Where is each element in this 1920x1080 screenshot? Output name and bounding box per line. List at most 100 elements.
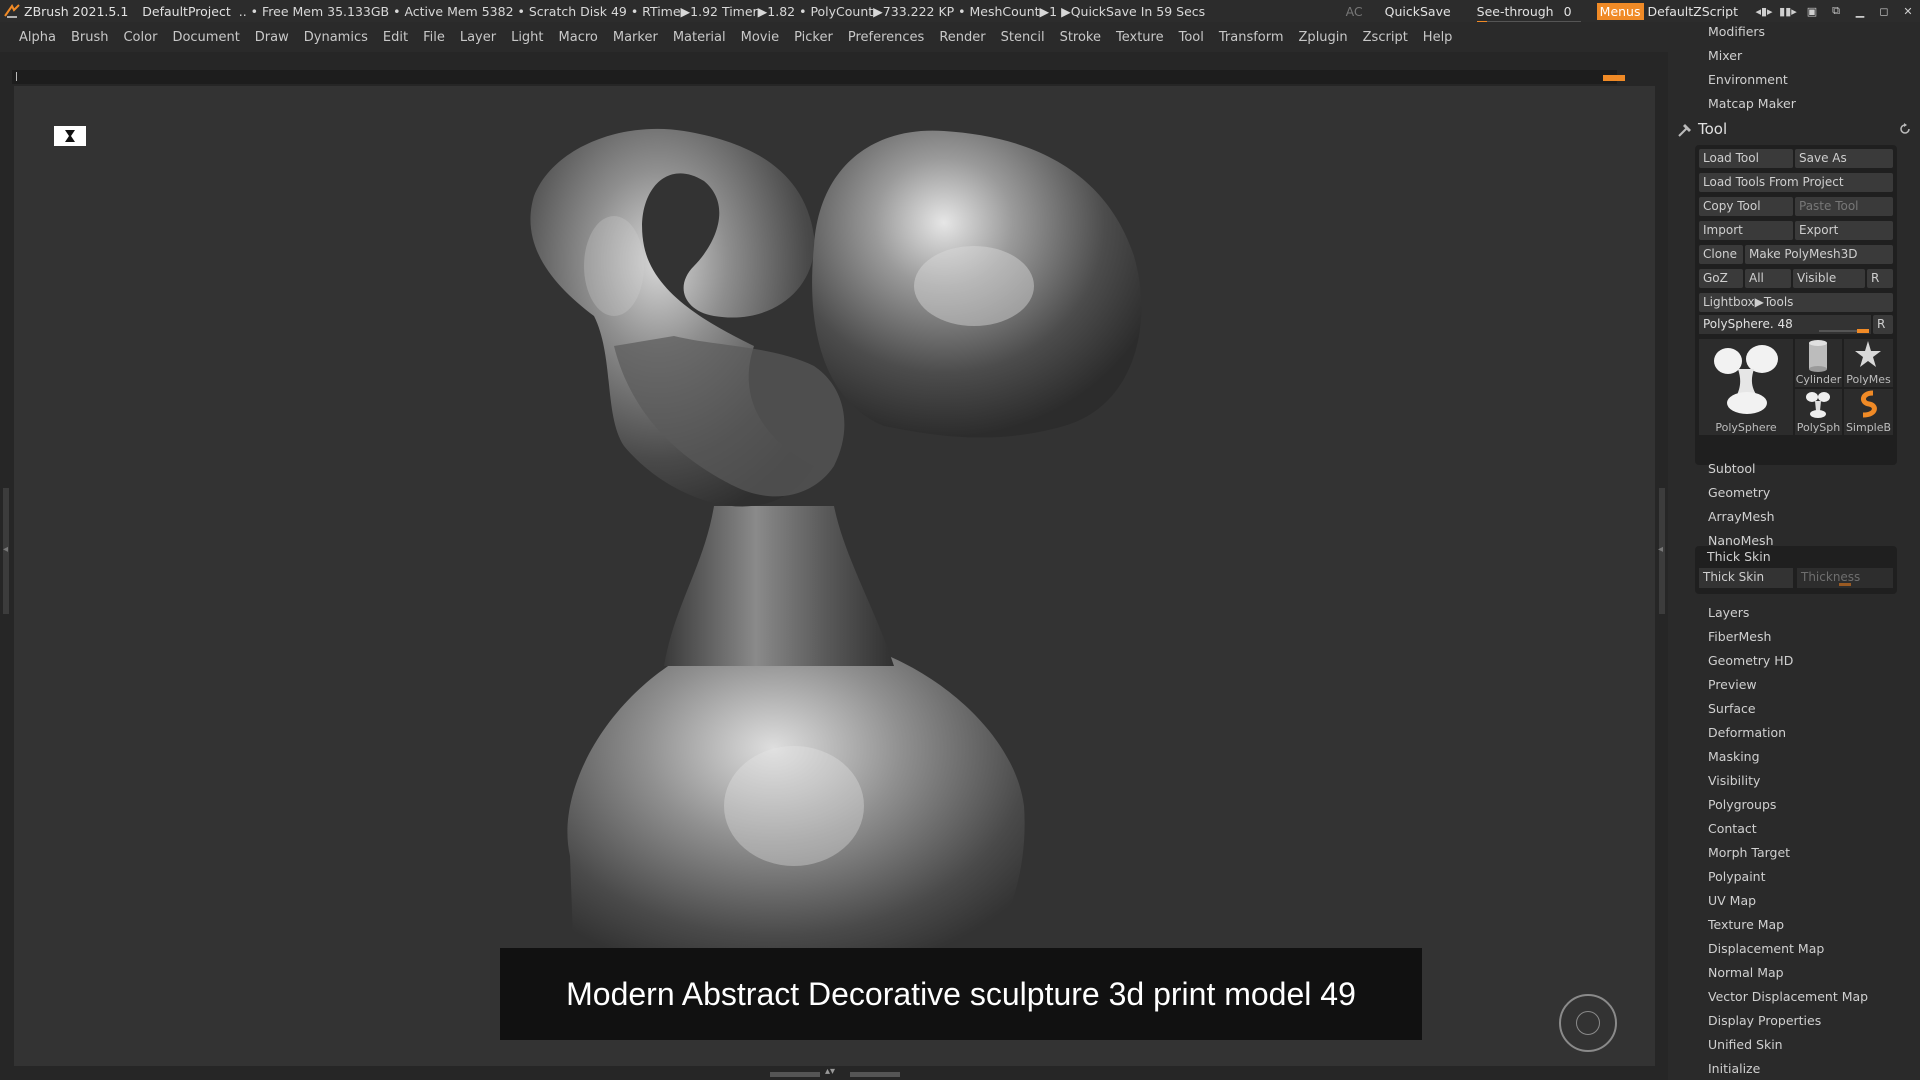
subpalette-uv-map[interactable]: UV Map — [1708, 893, 1756, 908]
minimize-icon[interactable]: ▁ — [1848, 0, 1872, 22]
subpalette-morph-target[interactable]: Morph Target — [1708, 845, 1790, 860]
menu-dynamics[interactable]: Dynamics — [304, 30, 368, 45]
palette-mixer[interactable]: Mixer — [1708, 48, 1742, 63]
menu-draw[interactable]: Draw — [255, 30, 289, 45]
subpalette-arraymesh[interactable]: ArrayMesh — [1708, 509, 1775, 524]
bottom-handle-arrow-icon[interactable]: ▴▾ — [825, 1066, 835, 1077]
tool-thumb-polysph[interactable]: PolySph — [1795, 389, 1842, 435]
subpalette-display-properties[interactable]: Display Properties — [1708, 1013, 1821, 1028]
navigation-gizmo[interactable] — [1559, 994, 1617, 1052]
palette-modifiers[interactable]: Modifiers — [1708, 24, 1765, 39]
menu-document[interactable]: Document — [172, 30, 239, 45]
subpalette-visibility[interactable]: Visibility — [1708, 773, 1760, 788]
layout-left-icon[interactable]: ◂▮▸ — [1752, 0, 1776, 22]
menus-toggle[interactable]: Menus — [1596, 2, 1644, 20]
menu-help[interactable]: Help — [1423, 30, 1453, 45]
subpalette-unified-skin[interactable]: Unified Skin — [1708, 1037, 1783, 1052]
right-tray-arrow-icon[interactable]: ◂ — [1658, 544, 1663, 555]
paste-tool-button[interactable]: Paste Tool — [1795, 197, 1893, 216]
load-tools-from-project-button[interactable]: Load Tools From Project — [1699, 173, 1893, 192]
document-strip[interactable] — [12, 70, 1625, 84]
see-through-slider[interactable]: See-through 0 — [1476, 4, 1581, 24]
project-name[interactable]: DefaultProject — [142, 4, 230, 19]
close-icon[interactable]: ✕ — [1896, 0, 1920, 22]
tool-thumb-cylinder[interactable]: Cylinder — [1795, 339, 1842, 387]
menu-transform[interactable]: Transform — [1219, 30, 1284, 45]
menu-marker[interactable]: Marker — [613, 30, 658, 45]
palette-environment[interactable]: Environment — [1708, 72, 1788, 87]
subpalette-initialize[interactable]: Initialize — [1708, 1061, 1760, 1076]
canvas-viewport[interactable]: Modern Abstract Decorative sculpture 3d … — [14, 86, 1655, 1066]
goz-all-button[interactable]: All — [1745, 269, 1791, 288]
ac-toggle[interactable]: AC — [1346, 4, 1363, 19]
palette-matcap-maker[interactable]: Matcap Maker — [1708, 96, 1796, 111]
subpalette-normal-map[interactable]: Normal Map — [1708, 965, 1784, 980]
subpalette-displacement-map[interactable]: Displacement Map — [1708, 941, 1824, 956]
menu-stencil[interactable]: Stencil — [1001, 30, 1045, 45]
save-as-button[interactable]: Save As — [1795, 149, 1893, 168]
maximize-icon[interactable]: ◻ — [1872, 0, 1896, 22]
menu-picker[interactable]: Picker — [794, 30, 833, 45]
tool-thumb-simplebrush[interactable]: SimpleB — [1844, 389, 1893, 435]
goz-button[interactable]: GoZ — [1699, 269, 1743, 288]
subpalette-geometry[interactable]: Geometry — [1708, 485, 1770, 500]
clone-button[interactable]: Clone — [1699, 245, 1743, 264]
subpalette-texture-map[interactable]: Texture Map — [1708, 917, 1784, 932]
tool-thumb-polymesh[interactable]: PolyMes — [1844, 339, 1893, 387]
left-tray-arrow-icon[interactable]: ◂ — [3, 544, 8, 555]
menu-render[interactable]: Render — [939, 30, 985, 45]
subpalette-subtool[interactable]: Subtool — [1708, 461, 1755, 476]
menu-movie[interactable]: Movie — [741, 30, 779, 45]
subpalette-polypaint[interactable]: Polypaint — [1708, 869, 1766, 884]
reset-icon[interactable] — [1898, 122, 1912, 136]
menu-material[interactable]: Material — [673, 30, 726, 45]
goz-r-button[interactable]: R — [1867, 269, 1893, 288]
restore-layout-icon[interactable]: ⧉ — [1824, 0, 1848, 22]
tool-palette-header[interactable]: Tool — [1668, 118, 1920, 140]
thick-skin-header[interactable]: Thick Skin — [1707, 549, 1771, 564]
subpalette-surface[interactable]: Surface — [1708, 701, 1756, 716]
menu-macro[interactable]: Macro — [559, 30, 598, 45]
strip-marker[interactable] — [1603, 75, 1625, 81]
subpalette-fibermesh[interactable]: FiberMesh — [1708, 629, 1771, 644]
menu-layer[interactable]: Layer — [460, 30, 496, 45]
menu-edit[interactable]: Edit — [383, 30, 408, 45]
bottom-tray-handle[interactable]: ▴▾ — [770, 1066, 900, 1078]
menu-color[interactable]: Color — [123, 30, 157, 45]
quicksave-button[interactable]: QuickSave — [1385, 4, 1451, 19]
current-tool-knob[interactable] — [1857, 329, 1869, 333]
copy-tool-button[interactable]: Copy Tool — [1699, 197, 1793, 216]
tool-thumb-polysphere[interactable]: PolySphere — [1699, 339, 1793, 435]
subpalette-masking[interactable]: Masking — [1708, 749, 1760, 764]
ui-layout-icon[interactable]: ▣ — [1800, 0, 1824, 22]
menu-light[interactable]: Light — [511, 30, 543, 45]
import-button[interactable]: Import — [1699, 221, 1793, 240]
subpalette-geometry-hd[interactable]: Geometry HD — [1708, 653, 1793, 668]
load-tool-button[interactable]: Load Tool — [1699, 149, 1793, 168]
menu-brush[interactable]: Brush — [71, 30, 109, 45]
menu-file[interactable]: File — [423, 30, 445, 45]
menu-zplugin[interactable]: Zplugin — [1299, 30, 1348, 45]
subpalette-contact[interactable]: Contact — [1708, 821, 1757, 836]
thickness-knob[interactable] — [1839, 583, 1851, 586]
menu-tool[interactable]: Tool — [1179, 30, 1204, 45]
subpalette-preview[interactable]: Preview — [1708, 677, 1757, 692]
thickness-slider[interactable]: Thickness — [1797, 568, 1893, 588]
export-button[interactable]: Export — [1795, 221, 1893, 240]
layout-right-icon[interactable]: ▮▮▸ — [1776, 0, 1800, 22]
subpalette-vector-displacement-map[interactable]: Vector Displacement Map — [1708, 989, 1868, 1004]
menu-stroke[interactable]: Stroke — [1060, 30, 1101, 45]
menu-alpha[interactable]: Alpha — [19, 30, 56, 45]
goz-visible-button[interactable]: Visible — [1793, 269, 1865, 288]
make-polymesh3d-button[interactable]: Make PolyMesh3D — [1745, 245, 1893, 264]
menu-zscript[interactable]: Zscript — [1363, 30, 1408, 45]
current-tool-slider[interactable]: PolySphere. 48 — [1699, 315, 1871, 334]
lightbox-tools-button[interactable]: Lightbox▶Tools — [1699, 293, 1893, 312]
subpalette-polygroups[interactable]: Polygroups — [1708, 797, 1776, 812]
subpalette-layers[interactable]: Layers — [1708, 605, 1749, 620]
default-zscript-button[interactable]: DefaultZScript — [1648, 4, 1739, 19]
menu-texture[interactable]: Texture — [1116, 30, 1164, 45]
thick-skin-button[interactable]: Thick Skin — [1699, 568, 1793, 588]
spotlight-icon[interactable] — [54, 126, 86, 146]
current-tool-r-button[interactable]: R — [1873, 315, 1893, 334]
